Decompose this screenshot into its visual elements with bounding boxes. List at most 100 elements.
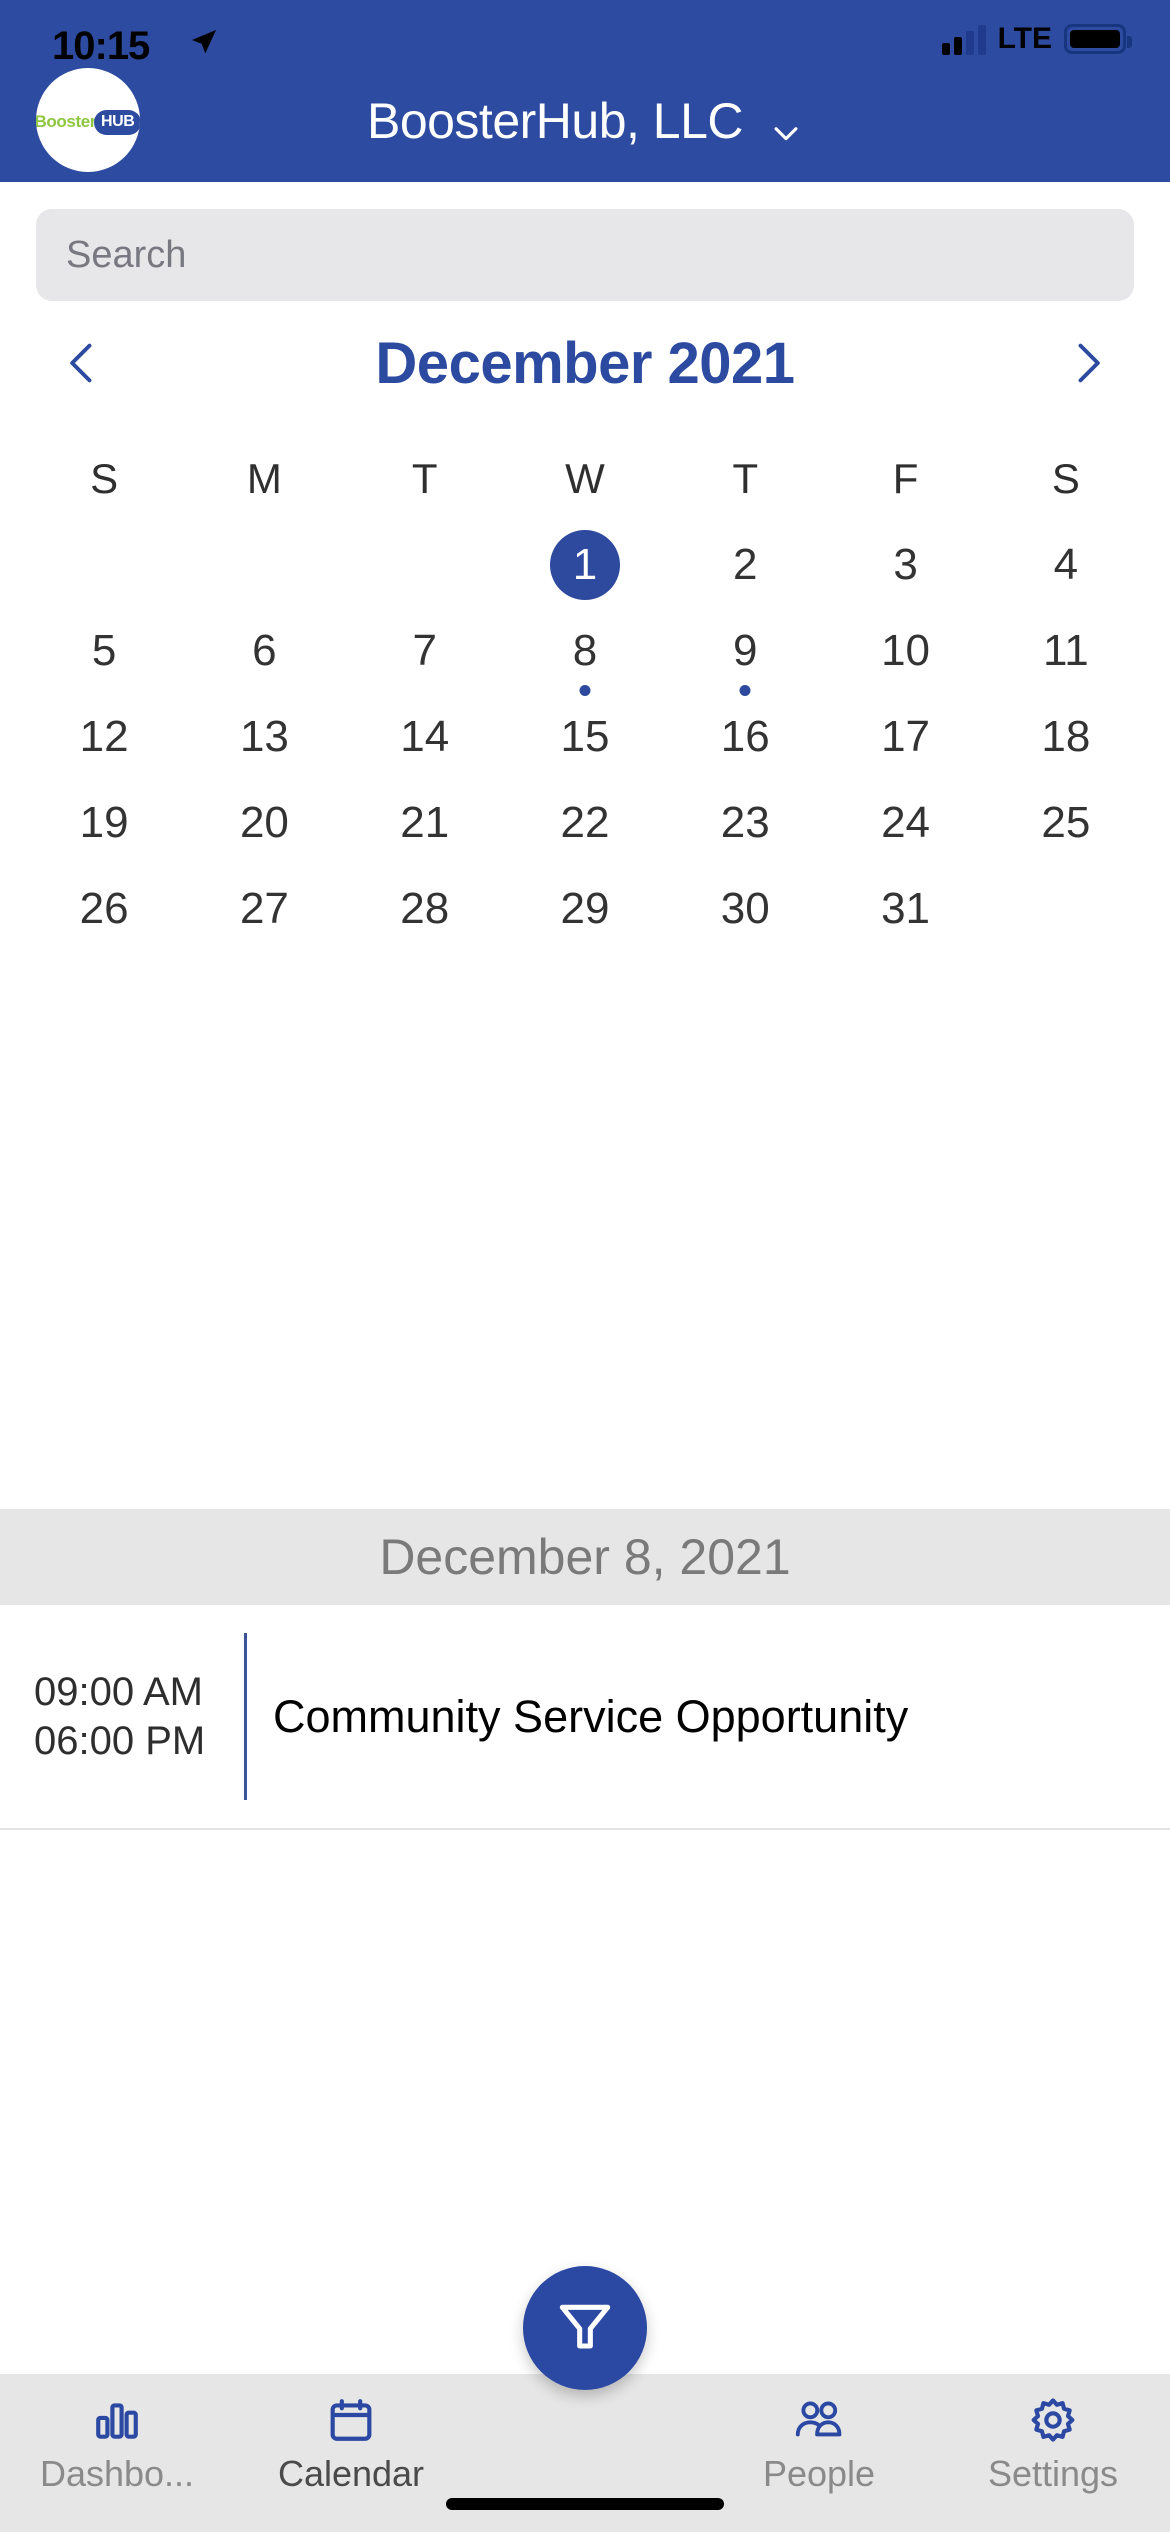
calendar-day-cell[interactable]: 8 — [505, 608, 665, 696]
calendar-day-number: 21 — [400, 798, 450, 847]
calendar-day-cell[interactable]: 22 — [505, 780, 665, 866]
calendar-dow-header: W — [565, 455, 605, 502]
calendar-day-cell[interactable]: 16 — [665, 694, 825, 780]
calendar-day-number: 16 — [720, 712, 770, 761]
calendar-day-number: 10 — [881, 626, 931, 675]
calendar-day-number: 30 — [720, 884, 770, 933]
calendar-day-number: 14 — [400, 712, 450, 761]
search-section: Search — [0, 182, 1170, 304]
nav-item-dashbo[interactable]: Dashbo... — [0, 2374, 234, 2504]
calendar-day-number: 2 — [733, 540, 758, 589]
nav-item-label: Calendar — [277, 2453, 425, 2494]
calendar-day-number: 13 — [239, 712, 289, 761]
calendar-day-cell[interactable]: 1 — [505, 522, 665, 608]
calendar-day-number: 23 — [720, 798, 770, 847]
calendar-day-number: 27 — [239, 884, 289, 933]
event-end-time: 06:00 PM — [34, 1718, 206, 1763]
calendar-day-cell[interactable]: 20 — [184, 780, 344, 866]
calendar-day-cell[interactable]: 2 — [665, 522, 825, 608]
calendar-day-number: 19 — [79, 798, 129, 847]
event-time-range: 09:00 AM 06:00 PM — [34, 1668, 244, 1766]
nav-item-label: People — [762, 2453, 876, 2494]
calendar-icon — [326, 2391, 376, 2445]
status-indicators: LTE — [941, 22, 1132, 56]
app-header: 10:15 LTE Booster HUB BoosterHub, LLC — [0, 0, 1170, 182]
calendar-dow-header: T — [732, 455, 759, 502]
calendar-dow-header: F — [892, 455, 919, 502]
people-icon — [792, 2391, 846, 2445]
nav-item-people[interactable]: People — [702, 2374, 936, 2504]
network-type-label: LTE — [997, 22, 1052, 55]
location-arrow-icon — [188, 26, 220, 58]
calendar-day-cell[interactable]: 4 — [986, 522, 1146, 608]
calendar-day-cell[interactable]: 14 — [345, 694, 505, 780]
calendar-day-number: 3 — [893, 540, 918, 589]
filter-fab-button[interactable] — [523, 2266, 647, 2390]
calendar-day-number: 11 — [1043, 626, 1089, 675]
calendar-widget: December 2021 SMTWTFS 1 2 3 4 5 6 7 8 9 10 11 12 13 1… — [0, 304, 1170, 952]
event-divider — [244, 1633, 247, 1800]
calendar-day-number: 15 — [560, 712, 610, 761]
status-time: 10:15 — [52, 24, 150, 68]
calendar-day-number: 6 — [252, 626, 277, 675]
home-indicator — [446, 2498, 724, 2510]
calendar-day-cell[interactable]: 12 — [24, 694, 184, 780]
calendar-week-row: 19 20 21 22 23 24 25 — [24, 780, 1146, 866]
nav-item-settings[interactable]: Settings — [936, 2374, 1170, 2504]
nav-item-calendar[interactable]: Calendar — [234, 2374, 468, 2504]
selected-date-bar: December 8, 2021 — [0, 1509, 1170, 1605]
calendar-day-cell[interactable]: 27 — [184, 866, 344, 952]
chevron-down-icon[interactable] — [769, 104, 803, 141]
calendar-day-number: 17 — [881, 712, 931, 761]
filter-funnel-icon — [553, 2294, 617, 2363]
calendar-day-cell[interactable]: 28 — [345, 866, 505, 952]
calendar-day-number: 28 — [400, 884, 450, 933]
calendar-day-cell[interactable]: 29 — [505, 866, 665, 952]
calendar-day-cell[interactable]: 26 — [24, 866, 184, 952]
calendar-day-number: 9 — [733, 626, 758, 675]
calendar-day-number: 7 — [412, 626, 437, 675]
calendar-header: December 2021 — [0, 304, 1170, 422]
calendar-day-cell[interactable]: 13 — [184, 694, 344, 780]
calendar-day-number: 1 — [572, 540, 598, 589]
calendar-day-number: 5 — [91, 626, 117, 675]
calendar-day-cell[interactable]: 30 — [665, 866, 825, 952]
search-placeholder: Search — [66, 233, 187, 276]
calendar-day-cell[interactable]: 25 — [986, 780, 1146, 866]
calendar-day-cell[interactable]: 31 — [825, 866, 985, 952]
nav-item-label: Settings — [987, 2453, 1119, 2494]
gear-icon — [1028, 2391, 1078, 2445]
search-input[interactable]: Search — [36, 209, 1134, 301]
calendar-day-cell[interactable]: 6 — [184, 608, 344, 694]
bar-chart-icon — [92, 2391, 142, 2445]
calendar-day-cell[interactable]: 3 — [825, 522, 985, 608]
org-name-label: BoosterHub, LLC — [366, 93, 744, 149]
calendar-day-cell[interactable]: 18 — [986, 694, 1146, 780]
bottom-navigation-bar: Dashbo... Calendar People Settings — [0, 2266, 1170, 2532]
calendar-day-cell[interactable]: 17 — [825, 694, 985, 780]
calendar-day-headers: SMTWTFS — [0, 422, 1170, 522]
calendar-day-cell[interactable]: 21 — [345, 780, 505, 866]
calendar-day-cell[interactable]: 7 — [345, 608, 505, 694]
calendar-day-number: 29 — [560, 884, 610, 933]
calendar-day-cell[interactable]: 23 — [665, 780, 825, 866]
calendar-day-cell[interactable]: 15 — [505, 694, 665, 780]
calendar-day-cell[interactable]: 10 — [825, 608, 985, 694]
calendar-day-number: 26 — [79, 884, 129, 933]
calendar-month-title: December 2021 — [375, 330, 795, 396]
calendar-dow-header: S — [90, 455, 119, 502]
calendar-dow-header: S — [1051, 455, 1080, 502]
calendar-day-cell[interactable]: 5 — [24, 608, 184, 694]
calendar-day-cell[interactable]: 9 — [665, 608, 825, 696]
org-selector[interactable]: BoosterHub, LLC — [0, 92, 1170, 150]
chevron-right-icon[interactable] — [1052, 328, 1122, 398]
event-row[interactable]: 09:00 AM 06:00 PM Community Service Opport… — [0, 1605, 1170, 1830]
calendar-day-cell[interactable]: 24 — [825, 780, 985, 866]
calendar-week-row: 1 2 3 4 — [24, 522, 1146, 608]
calendar-week-row: 26 27 28 29 30 31 — [24, 866, 1146, 952]
chevron-left-icon[interactable] — [48, 328, 118, 398]
calendar-day-number: 22 — [560, 798, 610, 847]
calendar-week-row: 12 13 14 15 16 17 18 — [24, 694, 1146, 780]
calendar-day-cell[interactable]: 11 — [986, 608, 1146, 694]
calendar-day-cell[interactable]: 19 — [24, 780, 184, 866]
